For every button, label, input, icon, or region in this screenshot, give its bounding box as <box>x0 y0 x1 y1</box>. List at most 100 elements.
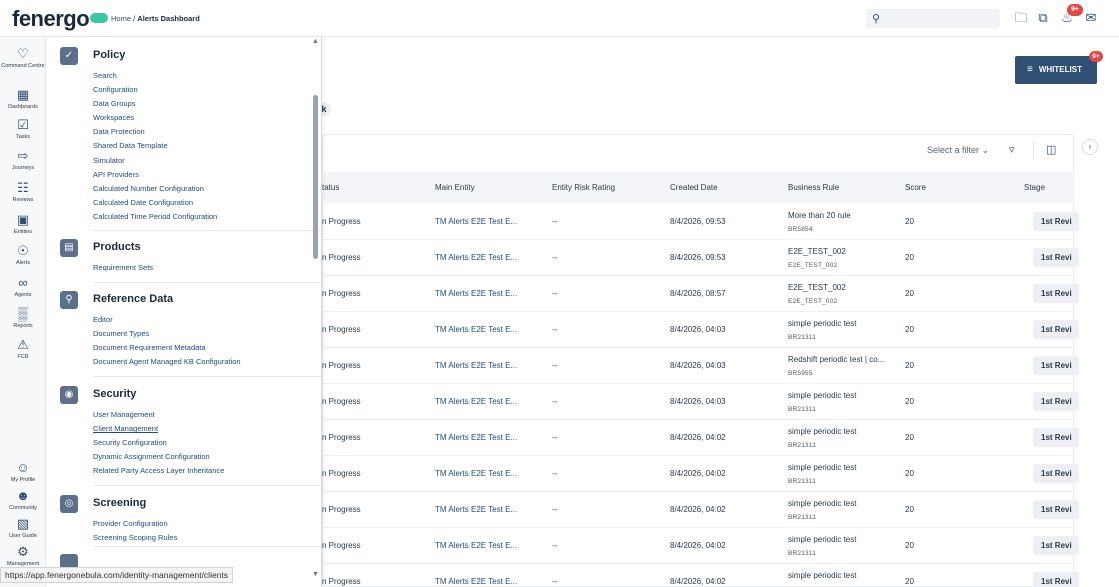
col-score[interactable]: Score <box>905 183 926 192</box>
table-row[interactable]: n Progress TM Alerts E2E Test E... -- 8/4/2… <box>322 384 1079 420</box>
menu-link-workspaces[interactable]: Workspaces <box>93 111 217 125</box>
cell-main-entity[interactable]: TM Alerts E2E Test E... <box>435 541 517 550</box>
menu-link-data-groups[interactable]: Data Groups <box>93 97 217 111</box>
stage-badge[interactable]: 1st Revi <box>1033 248 1079 267</box>
table-row[interactable]: n Progress TM Alerts E2E Test E... -- 8/4/2… <box>322 276 1079 312</box>
rail-item-management[interactable]: ⚙ Management <box>0 544 46 568</box>
messages-icon[interactable]: ✉ <box>1083 10 1099 26</box>
cell-main-entity[interactable]: TM Alerts E2E Test E... <box>435 253 517 262</box>
cell-main-entity[interactable]: TM Alerts E2E Test E... <box>435 505 517 514</box>
stage-badge[interactable]: 1st Revi <box>1033 212 1079 231</box>
menu-link-simulator[interactable]: Simulator <box>93 154 217 168</box>
cell-risk-rating: -- <box>552 469 558 478</box>
cell-score: 20 <box>905 577 914 586</box>
rail-item-tasks[interactable]: ☑ Tasks <box>0 117 46 141</box>
briefcase-icon: ▤ <box>60 239 78 257</box>
search-input[interactable]: ⚲ <box>866 9 1000 28</box>
table-row[interactable]: n Progress TM Alerts E2E Test E... -- 8/4/2… <box>322 348 1079 384</box>
menu-scrollbar-thumb[interactable] <box>313 95 318 259</box>
rail-item-dashboards[interactable]: ▦ Dashboards <box>0 87 46 111</box>
table-row[interactable]: n Progress TM Alerts E2E Test E... -- 8/4/2… <box>322 492 1079 528</box>
table-row[interactable]: n Progress TM Alerts E2E Test E... -- 8/4/2… <box>322 564 1079 587</box>
scroll-down-icon[interactable]: ▼ <box>312 571 319 578</box>
documents-icon[interactable]: ⧉ <box>1035 10 1051 26</box>
cell-business-rule-id: E2E_TEST_002 <box>788 262 838 269</box>
table-row[interactable]: n Progress TM Alerts E2E Test E... -- 8/4/2… <box>322 456 1079 492</box>
cell-status: n Progress <box>322 289 361 298</box>
rail-item-journeys[interactable]: ⇨ Journeys <box>0 148 46 172</box>
col-entity-risk-rating[interactable]: Entity Risk Rating <box>552 183 615 192</box>
menu-link-doc-agent-kb-config[interactable]: Document Agent Managed KB Configuration <box>93 355 241 369</box>
rail-item-reviews[interactable]: ☷ Reviews <box>0 180 46 204</box>
breadcrumb-home[interactable]: Home <box>111 14 131 23</box>
stage-badge[interactable]: 1st Revi <box>1033 320 1079 339</box>
menu-link-calc-time-period[interactable]: Calculated Time Period Configuration <box>93 210 217 224</box>
menu-link-document-types[interactable]: Document Types <box>93 327 241 341</box>
breadcrumb-current: Alerts Dashboard <box>137 14 200 23</box>
menu-link-provider-configuration[interactable]: Provider Configuration <box>93 517 177 531</box>
cell-main-entity[interactable]: TM Alerts E2E Test E... <box>435 325 517 334</box>
stage-badge[interactable]: 1st Revi <box>1033 356 1079 375</box>
rail-item-user-guide[interactable]: ▧ User Guide <box>0 516 46 540</box>
table-row[interactable]: n Progress TM Alerts E2E Test E... -- 8/4/2… <box>322 420 1079 456</box>
cell-business-rule: simple periodic test <box>788 571 857 580</box>
stage-badge[interactable]: 1st Revi <box>1033 464 1079 483</box>
menu-link-configuration[interactable]: Configuration <box>93 83 217 97</box>
menu-link-screening-scoping-rules[interactable]: Screening Scoping Rules <box>93 531 177 545</box>
menu-link-shared-data-template[interactable]: Shared Data Template <box>93 139 217 153</box>
journeys-icon: ⇨ <box>17 148 29 163</box>
col-created-date[interactable]: Created Date <box>670 183 718 192</box>
menu-link-requirement-sets[interactable]: Requirement Sets <box>93 261 153 275</box>
stage-badge[interactable]: 1st Revi <box>1033 500 1079 519</box>
col-stage[interactable]: Stage <box>1024 183 1045 192</box>
columns-icon[interactable]: ◫ <box>1046 143 1056 156</box>
menu-link-client-management[interactable]: Client Management <box>93 422 224 436</box>
rail-item-command-centre[interactable]: ♡ Command Centre <box>0 46 46 70</box>
stage-badge[interactable]: 1st Revi <box>1033 284 1079 303</box>
scroll-up-icon[interactable]: ▲ <box>312 38 319 45</box>
menu-link-search[interactable]: Search <box>93 69 217 83</box>
rail-item-community[interactable]: ☻ Community <box>0 488 46 512</box>
table-row[interactable]: n Progress TM Alerts E2E Test E... -- 8/4/2… <box>322 204 1079 240</box>
col-status[interactable]: tatus <box>322 183 339 192</box>
stage-badge[interactable]: 1st Revi <box>1033 536 1079 555</box>
fenergo-logo[interactable]: fenergo <box>12 6 109 32</box>
rail-item-agents[interactable]: ∞ Agents <box>0 275 46 299</box>
table-row[interactable]: n Progress TM Alerts E2E Test E... -- 8/4/2… <box>322 528 1079 564</box>
rail-item-reports[interactable]: ▒ Reports <box>0 306 46 330</box>
chevron-right-icon[interactable]: › <box>1082 139 1098 155</box>
filter-icon[interactable]: ▿ <box>1009 143 1015 156</box>
filter-select[interactable]: Select a filter ⌄ <box>927 145 989 156</box>
cell-main-entity[interactable]: TM Alerts E2E Test E... <box>435 469 517 478</box>
folder-icon[interactable]: 🗀 <box>1013 10 1029 26</box>
cell-main-entity[interactable]: TM Alerts E2E Test E... <box>435 577 517 586</box>
col-business-rule[interactable]: Business Rule <box>788 183 839 192</box>
menu-link-related-party-access[interactable]: Related Party Access Layer Inheritance <box>93 464 224 478</box>
cell-main-entity[interactable]: TM Alerts E2E Test E... <box>435 289 517 298</box>
cell-main-entity[interactable]: TM Alerts E2E Test E... <box>435 397 517 406</box>
table-row[interactable]: n Progress TM Alerts E2E Test E... -- 8/4/2… <box>322 312 1079 348</box>
menu-link-api-providers[interactable]: API Providers <box>93 168 217 182</box>
menu-link-security-configuration[interactable]: Security Configuration <box>93 436 224 450</box>
menu-link-doc-requirement-metadata[interactable]: Document Requirement Metadata <box>93 341 241 355</box>
table-row[interactable]: n Progress TM Alerts E2E Test E... -- 8/4/2… <box>322 240 1079 276</box>
rail-item-entities[interactable]: ▣ Entities <box>0 212 46 236</box>
list-add-icon: ≡ <box>1027 64 1033 75</box>
stage-badge[interactable]: 1st Revi <box>1033 428 1079 447</box>
rail-item-alerts[interactable]: ☉ Alerts <box>0 243 46 267</box>
rail-item-fcr[interactable]: ⚠ FCR <box>0 337 46 361</box>
whitelist-button[interactable]: ≡ WHITELIST <box>1015 56 1097 84</box>
col-main-entity[interactable]: Main Entity <box>435 183 475 192</box>
menu-link-user-management[interactable]: User Management <box>93 408 224 422</box>
cell-main-entity[interactable]: TM Alerts E2E Test E... <box>435 361 517 370</box>
cell-main-entity[interactable]: TM Alerts E2E Test E... <box>435 433 517 442</box>
menu-link-editor[interactable]: Editor <box>93 313 241 327</box>
menu-link-calc-number[interactable]: Calculated Number Configuration <box>93 182 217 196</box>
stage-badge[interactable]: 1st Revi <box>1033 572 1079 587</box>
menu-link-calc-date[interactable]: Calculated Date Configuration <box>93 196 217 210</box>
stage-badge[interactable]: 1st Revi <box>1033 392 1079 411</box>
cell-main-entity[interactable]: TM Alerts E2E Test E... <box>435 217 517 226</box>
menu-link-dynamic-assignment[interactable]: Dynamic Assignment Configuration <box>93 450 224 464</box>
menu-link-data-protection[interactable]: Data Protection <box>93 125 217 139</box>
rail-item-my-profile[interactable]: ☺ My Profile <box>0 460 46 484</box>
